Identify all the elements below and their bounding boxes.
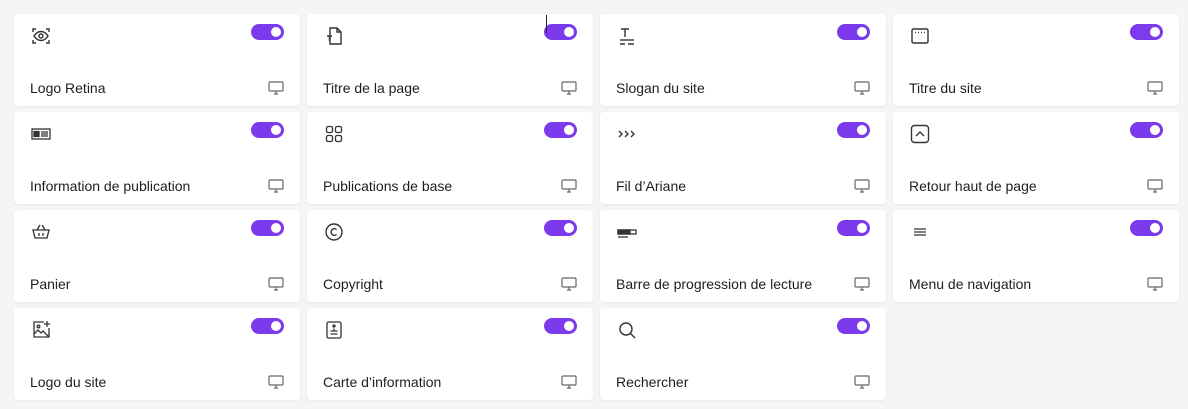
progress-bar-icon bbox=[616, 221, 638, 243]
widget-label: Information de publication bbox=[30, 178, 191, 194]
enable-toggle[interactable] bbox=[251, 24, 284, 40]
widget-label: Carte d’information bbox=[323, 374, 442, 390]
widget-card-site-tagline[interactable]: Slogan du site bbox=[600, 14, 886, 106]
desktop-icon[interactable] bbox=[268, 81, 284, 95]
enable-toggle[interactable] bbox=[1130, 122, 1163, 138]
desktop-icon[interactable] bbox=[1147, 277, 1163, 291]
enable-toggle[interactable] bbox=[544, 122, 577, 138]
desktop-icon[interactable] bbox=[561, 277, 577, 291]
desktop-icon[interactable] bbox=[854, 375, 870, 389]
widget-label: Copyright bbox=[323, 276, 383, 292]
enable-toggle[interactable] bbox=[544, 318, 577, 334]
widget-card-search[interactable]: Rechercher bbox=[600, 308, 886, 400]
widget-label: Titre du site bbox=[909, 80, 982, 96]
breadcrumb-icon bbox=[616, 123, 638, 145]
widget-label: Titre de la page bbox=[323, 80, 420, 96]
widget-card-breadcrumb[interactable]: Fil d’Ariane bbox=[600, 112, 886, 204]
enable-toggle[interactable] bbox=[837, 318, 870, 334]
widget-card-site-logo[interactable]: Logo du site bbox=[14, 308, 300, 400]
desktop-icon[interactable] bbox=[1147, 81, 1163, 95]
text-cursor bbox=[546, 15, 547, 33]
enable-toggle[interactable] bbox=[544, 24, 577, 40]
widget-label: Panier bbox=[30, 276, 71, 292]
widget-card-back-to-top[interactable]: Retour haut de page bbox=[893, 112, 1179, 204]
desktop-icon[interactable] bbox=[854, 179, 870, 193]
widget-label: Rechercher bbox=[616, 374, 689, 390]
desktop-icon[interactable] bbox=[268, 375, 284, 389]
desktop-icon[interactable] bbox=[268, 277, 284, 291]
enable-toggle[interactable] bbox=[837, 220, 870, 236]
back-to-top-icon bbox=[909, 123, 931, 145]
desktop-icon[interactable] bbox=[1147, 179, 1163, 193]
widget-label: Fil d’Ariane bbox=[616, 178, 687, 194]
widget-card-copyright[interactable]: Copyright bbox=[307, 210, 593, 302]
widget-grid: Logo Retina Titre de la page Slogan du s… bbox=[14, 14, 1179, 400]
desktop-icon[interactable] bbox=[561, 179, 577, 193]
widget-label: Menu de navigation bbox=[909, 276, 1032, 292]
enable-toggle[interactable] bbox=[837, 122, 870, 138]
info-card-icon bbox=[323, 319, 345, 341]
widget-label: Barre de progression de lecture bbox=[616, 276, 813, 292]
widget-card-post-info[interactable]: Information de publication bbox=[14, 112, 300, 204]
copyright-icon bbox=[323, 221, 345, 243]
menu-icon bbox=[909, 221, 931, 243]
widget-card-cart[interactable]: Panier bbox=[14, 210, 300, 302]
search-icon bbox=[616, 319, 638, 341]
widget-card-page-title[interactable]: Titre de la page bbox=[307, 14, 593, 106]
basket-icon bbox=[30, 221, 52, 243]
widget-label: Logo Retina bbox=[30, 80, 106, 96]
grid-icon bbox=[323, 123, 345, 145]
widget-label: Logo du site bbox=[30, 374, 107, 390]
desktop-icon[interactable] bbox=[854, 81, 870, 95]
enable-toggle[interactable] bbox=[251, 318, 284, 334]
enable-toggle[interactable] bbox=[544, 220, 577, 236]
desktop-icon[interactable] bbox=[561, 375, 577, 389]
enable-toggle[interactable] bbox=[251, 220, 284, 236]
page-title-icon bbox=[323, 25, 345, 47]
widget-label: Publications de base bbox=[323, 178, 453, 194]
widget-card-logo-retina[interactable]: Logo Retina bbox=[14, 14, 300, 106]
enable-toggle[interactable] bbox=[251, 122, 284, 138]
widget-card-info-card[interactable]: Carte d’information bbox=[307, 308, 593, 400]
post-info-icon bbox=[30, 123, 52, 145]
widget-label: Slogan du site bbox=[616, 80, 705, 96]
browser-window-icon bbox=[909, 25, 931, 47]
desktop-icon[interactable] bbox=[854, 277, 870, 291]
enable-toggle[interactable] bbox=[1130, 220, 1163, 236]
desktop-icon[interactable] bbox=[268, 179, 284, 193]
widget-card-basic-posts[interactable]: Publications de base bbox=[307, 112, 593, 204]
widget-card-site-title[interactable]: Titre du site bbox=[893, 14, 1179, 106]
image-add-icon bbox=[30, 319, 52, 341]
enable-toggle[interactable] bbox=[837, 24, 870, 40]
widget-label: Retour haut de page bbox=[909, 178, 1037, 194]
eye-frame-icon bbox=[30, 25, 52, 47]
desktop-icon[interactable] bbox=[561, 81, 577, 95]
text-tagline-icon bbox=[616, 25, 638, 47]
widget-card-reading-progress[interactable]: Barre de progression de lecture bbox=[600, 210, 886, 302]
enable-toggle[interactable] bbox=[1130, 24, 1163, 40]
widget-card-navigation-menu[interactable]: Menu de navigation bbox=[893, 210, 1179, 302]
